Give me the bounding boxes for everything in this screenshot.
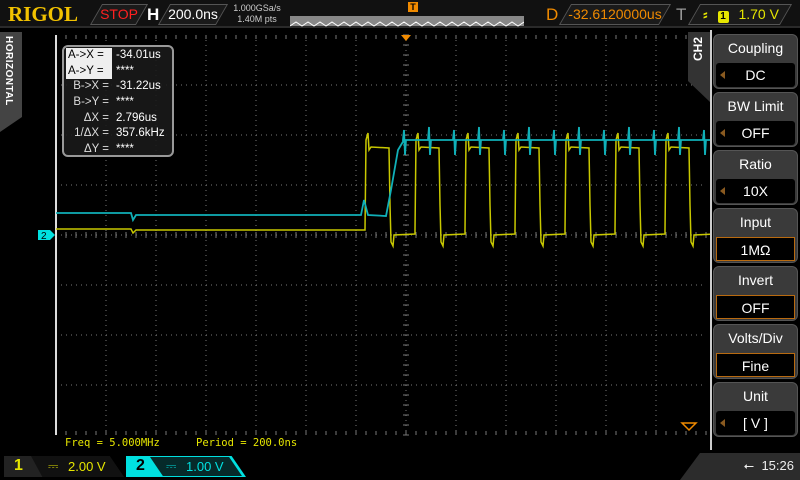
timebase-display[interactable]: 200.0ns bbox=[157, 4, 229, 25]
menu-label: BW Limit bbox=[727, 98, 784, 114]
run-stop-status[interactable]: STOP bbox=[89, 4, 149, 25]
menu-ratio-button[interactable]: Ratio 10X bbox=[713, 150, 798, 205]
clock: 15:26 bbox=[761, 458, 794, 473]
menu-label: Unit bbox=[743, 388, 768, 404]
cursor-key: B->X = bbox=[73, 80, 109, 93]
memory-overview bbox=[289, 16, 525, 27]
cursor-value: **** bbox=[116, 64, 134, 77]
cursor-key: ΔX = bbox=[83, 111, 109, 124]
cursor-row: B->Y = **** bbox=[66, 95, 172, 111]
cursor-key: A->Y = bbox=[66, 63, 112, 80]
cursor-key: A->X = bbox=[66, 48, 112, 64]
menu-label: Coupling bbox=[727, 40, 784, 56]
trigger-position-marker bbox=[401, 35, 411, 41]
top-status-bar: RIGOL STOP H 200.0ns 1.000GSa/s 1.40M pts… bbox=[0, 0, 800, 28]
cursor-value: -34.01us bbox=[116, 49, 161, 61]
menu-label: Invert bbox=[737, 272, 773, 288]
cursor-value: 357.6kHz bbox=[116, 127, 165, 140]
menu-coupling-button[interactable]: Coupling DC bbox=[713, 34, 798, 89]
dc-coupling-icon: ⎓ bbox=[166, 458, 177, 473]
cursor-row: A->Y = **** bbox=[66, 63, 172, 80]
menu-value: OFF bbox=[716, 121, 795, 145]
menu-input-button[interactable]: Input 1MΩ bbox=[713, 208, 798, 263]
freq-measurement: Freq = 5.000MHz bbox=[65, 437, 160, 449]
arrow-left-icon bbox=[720, 129, 725, 137]
cursor-value: **** bbox=[116, 143, 134, 156]
delay-display[interactable]: -32.6120000us bbox=[558, 4, 672, 25]
cursor-key: B->Y = bbox=[73, 96, 109, 109]
trigger-position-marker: T bbox=[408, 2, 418, 12]
usb-icon: ⭠ bbox=[743, 458, 754, 473]
arrow-left-icon bbox=[720, 71, 725, 79]
cursor-value: -31.22us bbox=[116, 80, 161, 93]
cursor-row: ΔX = 2.796us bbox=[66, 111, 172, 127]
cursor-value: **** bbox=[116, 96, 134, 109]
dc-coupling-icon: ⎓ bbox=[48, 458, 59, 473]
menu-label: Ratio bbox=[739, 156, 772, 172]
menu-value: [ V ] bbox=[716, 411, 795, 435]
arrow-left-icon bbox=[720, 419, 725, 427]
period-measurement: Period = 200.0ns bbox=[196, 437, 298, 449]
menu-value: 10X bbox=[716, 179, 795, 203]
cursor-value: 2.796us bbox=[116, 111, 157, 124]
cursor-row: A->X = -34.01us bbox=[66, 48, 172, 64]
rigol-logo: RIGOL bbox=[8, 2, 79, 26]
delay-label: D bbox=[546, 5, 559, 24]
arrow-left-icon bbox=[720, 187, 725, 195]
rising-edge-icon: ⸗ bbox=[703, 6, 708, 22]
menu-bw-limit-button[interactable]: BW Limit OFF bbox=[713, 92, 798, 147]
cursor-row: ΔY = **** bbox=[66, 142, 172, 158]
cursor-row: 1/ΔX = 357.6kHz bbox=[66, 126, 172, 142]
cursor-key: 1/ΔX = bbox=[74, 127, 109, 140]
menu-value: OFF bbox=[716, 295, 795, 319]
menu-label: Volts/Div bbox=[728, 330, 783, 346]
menu-unit-button[interactable]: Unit [ V ] bbox=[713, 382, 798, 437]
menu-value: Fine bbox=[716, 353, 795, 377]
cursor-key: ΔY = bbox=[83, 143, 109, 156]
menu-value: 1MΩ bbox=[716, 237, 795, 261]
trigger-display[interactable]: ⸗ 1 1.70 V bbox=[687, 4, 793, 25]
ch2-offset-label: 2 bbox=[41, 231, 47, 242]
menu-label: Input bbox=[739, 214, 772, 230]
trigger-level-arrow-icon bbox=[680, 422, 698, 432]
horizontal-label: H bbox=[147, 5, 160, 24]
cursor-readout-panel: A->X = -34.01us A->Y = **** B->X = -31.22us B-… bbox=[62, 45, 174, 157]
menu-invert-button[interactable]: Invert OFF bbox=[713, 266, 798, 321]
sample-rate-info: 1.000GSa/s 1.40M pts bbox=[233, 3, 281, 24]
bottom-status-bar: 1 ⎓ 2.00 V 2 ⎓ 1.00 V ⭠ 15:26 bbox=[0, 453, 800, 480]
ch2-scale-box[interactable]: 2 ⎓ 1.00 V bbox=[126, 456, 246, 477]
trigger-source-badge: 1 bbox=[717, 11, 729, 23]
trigger-label: T bbox=[676, 5, 687, 24]
cursor-row: B->X = -31.22us bbox=[66, 79, 172, 95]
menu-volts-div-button[interactable]: Volts/Div Fine bbox=[713, 324, 798, 379]
ch1-scale-box[interactable]: 1 ⎓ 2.00 V bbox=[4, 456, 124, 477]
menu-value: DC bbox=[716, 63, 795, 87]
